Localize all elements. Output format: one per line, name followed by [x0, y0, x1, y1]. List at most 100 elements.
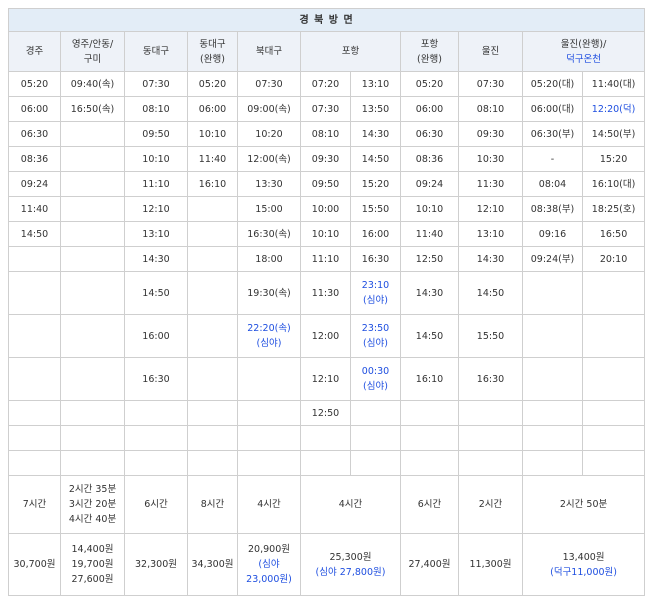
time-cell — [400, 400, 459, 426]
table-title: 경 북 방 면 — [7, 8, 646, 32]
time-cell: 09:24(부) — [522, 246, 583, 272]
time-cell: 09:30 — [300, 146, 351, 172]
time-cell: 07:30 — [458, 71, 523, 97]
time-cell: 11:10 — [300, 246, 351, 272]
time-cell: 16:00 — [124, 314, 188, 358]
fare-uljin: 11,300원 — [458, 533, 523, 596]
time-cell: 20:10 — [581, 246, 646, 272]
duration-uljin-local: 2시간 50분 — [521, 475, 646, 534]
time-cell — [60, 246, 125, 272]
time-cell: 09:24 — [400, 171, 459, 197]
time-cell: 06:00 — [400, 96, 459, 122]
time-cell: 08:38(부) — [522, 196, 583, 222]
time-cell — [522, 271, 583, 315]
time-cell: 16:50 — [581, 221, 646, 247]
header-deokgu-link[interactable]: 덕구온천 — [566, 54, 601, 65]
night-time: 00:30 — [361, 366, 390, 377]
time-cell — [187, 196, 238, 222]
timetable: 경 북 방 면 경주 영주/안동/구미 동대구 동대구 (완행) 북대구 포항 포… — [7, 8, 646, 596]
time-cell: 08:36 — [400, 146, 459, 172]
fare-pohang: 25,300원 (심야 27,800원) — [300, 533, 401, 596]
time-cell: 16:10 — [187, 171, 238, 197]
fare-bukdaegu-night: (심야 23,000원) — [246, 559, 292, 585]
night-time: 23:10 — [361, 280, 390, 291]
time-cell: 15:50 — [458, 314, 523, 358]
time-cell: 06:30 — [400, 121, 459, 147]
time-cell: 16:30(속) — [237, 221, 301, 247]
time-cell: 10:10 — [300, 221, 351, 247]
time-cell — [187, 246, 238, 272]
empty-cell — [8, 450, 61, 476]
empty-cell — [187, 425, 238, 451]
fare-pohang-local: 27,400원 — [400, 533, 459, 596]
time-cell: 16:10(대) — [581, 171, 646, 197]
time-cell: 05:20 — [187, 71, 238, 97]
time-cell: 12:10 — [458, 196, 523, 222]
time-cell — [581, 400, 646, 426]
time-cell — [124, 400, 188, 426]
time-cell — [60, 196, 125, 222]
time-cell: 15:20 — [581, 146, 646, 172]
time-cell: 07:30 — [124, 71, 188, 97]
fare-pohang-night: (심야 27,800원) — [315, 566, 386, 578]
time-cell: 06:00 — [8, 96, 61, 122]
fare-gyeongju: 30,700원 — [8, 533, 61, 596]
fare-yeongju: 14,400원 19,700원 27,600원 — [60, 533, 125, 596]
time-cell: 09:16 — [522, 221, 583, 247]
time-cell: 09:50 — [300, 171, 351, 197]
night-label: (심야) — [363, 338, 388, 349]
empty-cell — [187, 450, 238, 476]
time-cell: 06:30 — [8, 121, 61, 147]
time-cell: 13:50 — [350, 96, 401, 122]
time-cell: 07:30 — [300, 96, 351, 122]
time-cell: 16:30 — [124, 357, 188, 401]
time-cell — [581, 271, 646, 315]
time-cell: 13:10 — [350, 71, 401, 97]
empty-cell — [237, 450, 301, 476]
time-cell — [187, 221, 238, 247]
time-cell: 06:30(부) — [522, 121, 583, 147]
duration-pohang-local: 6시간 — [400, 475, 459, 534]
fare-uljin-local-main: 13,400원 — [562, 551, 605, 563]
time-cell: 05:20(대) — [522, 71, 583, 97]
header-bukdaegu: 북대구 — [237, 31, 301, 72]
time-cell: 15:20 — [350, 171, 401, 197]
time-cell — [581, 314, 646, 358]
time-cell: 14:50 — [124, 271, 188, 315]
fare-uljin-local: 13,400원 (덕구11,000원) — [521, 533, 646, 596]
time-cell: 13:10 — [458, 221, 523, 247]
time-cell — [237, 357, 301, 401]
time-cell: 08:10 — [458, 96, 523, 122]
empty-cell — [237, 425, 301, 451]
empty-cell — [300, 450, 351, 476]
time-cell: 12:00(속) — [237, 146, 301, 172]
fare-dongdaegu: 32,300원 — [124, 533, 188, 596]
time-cell: 05:20 — [8, 71, 61, 97]
empty-cell — [350, 450, 401, 476]
time-cell: 11:40 — [8, 196, 61, 222]
time-cell — [8, 357, 61, 401]
time-cell: 08:04 — [522, 171, 583, 197]
time-cell: 13:10 — [124, 221, 188, 247]
empty-cell — [350, 425, 401, 451]
time-cell: 14:30 — [350, 121, 401, 147]
duration-pohang: 4시간 — [300, 475, 401, 534]
empty-cell — [522, 450, 583, 476]
night-time-cell: 22:20(속) (심야) — [237, 314, 301, 358]
fare-pohang-main: 25,300원 — [329, 551, 372, 563]
time-cell: 14:30 — [458, 246, 523, 272]
time-cell: 14:30 — [124, 246, 188, 272]
time-cell: 10:10 — [187, 121, 238, 147]
header-dongdaegu-local: 동대구 (완행) — [187, 31, 238, 72]
fare-bukdaegu-main: 20,900원 — [248, 544, 290, 555]
header-pohang-local-line2: (완행) — [417, 53, 442, 65]
time-cell: 06:00 — [187, 96, 238, 122]
time-cell — [60, 221, 125, 247]
time-cell — [60, 400, 125, 426]
time-cell: 09:30 — [458, 121, 523, 147]
time-cell — [8, 400, 61, 426]
duration-yeongju: 2시간 35분 3시간 20분 4시간 40분 — [60, 475, 125, 534]
time-cell: 10:00 — [300, 196, 351, 222]
time-cell: 11:30 — [300, 271, 351, 315]
time-cell: 07:20 — [300, 71, 351, 97]
